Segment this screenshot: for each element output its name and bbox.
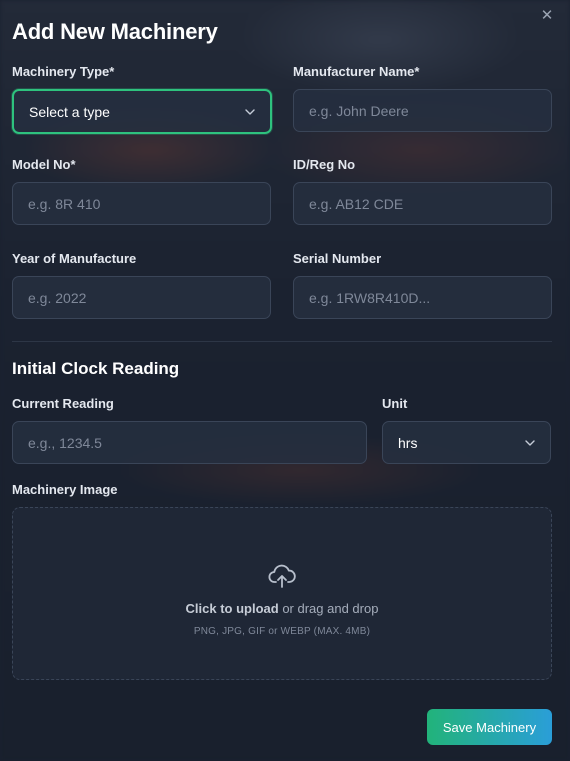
current-reading-input[interactable] — [28, 434, 351, 451]
add-machinery-modal: ✕ Add New Machinery Machinery Type* Sele… — [0, 0, 570, 761]
chevron-down-icon — [245, 108, 255, 115]
current-reading-input-box — [12, 421, 367, 464]
model-no-field: Model No* — [12, 157, 271, 225]
serial-field: Serial Number — [293, 251, 552, 319]
id-reg-input[interactable] — [309, 195, 536, 212]
year-field: Year of Manufacture — [12, 251, 271, 319]
close-icon[interactable]: ✕ — [540, 8, 554, 23]
unit-label: Unit — [382, 396, 408, 411]
upload-instructions: Click to upload or drag and drop — [186, 601, 379, 616]
machinery-type-field: Machinery Type* Select a type — [12, 64, 272, 134]
model-no-label: Model No* — [12, 157, 76, 172]
serial-input-box — [293, 276, 552, 319]
serial-input[interactable] — [309, 289, 536, 306]
manufacturer-input-box — [293, 89, 552, 132]
machinery-type-select[interactable]: Select a type — [12, 89, 272, 134]
upload-format-hint: PNG, JPG, GIF or WEBP (MAX. 4MB) — [193, 625, 371, 637]
image-dropzone[interactable]: Click to upload or drag and drop PNG, JP… — [12, 507, 552, 680]
modal-title: Add New Machinery — [12, 19, 218, 44]
machinery-type-label: Machinery Type* — [12, 64, 115, 79]
model-no-input-box — [12, 182, 271, 225]
manufacturer-label: Manufacturer Name* — [293, 64, 420, 79]
chevron-down-icon — [525, 439, 535, 446]
manufacturer-field: Manufacturer Name* — [293, 64, 552, 132]
current-reading-field: Current Reading — [12, 396, 367, 464]
unit-select[interactable]: hrs — [382, 421, 551, 464]
click-to-upload-link[interactable]: Click to upload — [186, 601, 279, 616]
machinery-type-value: Select a type — [29, 103, 110, 120]
machinery-image-label: Machinery Image — [12, 482, 118, 497]
upload-cloud-icon — [268, 564, 296, 588]
clock-reading-heading: Initial Clock Reading — [12, 359, 180, 378]
year-input-box — [12, 276, 271, 319]
year-label: Year of Manufacture — [12, 251, 137, 266]
id-reg-input-box — [293, 182, 552, 225]
unit-value: hrs — [398, 434, 418, 451]
save-machinery-button[interactable]: Save Machinery — [427, 709, 552, 745]
id-reg-label: ID/Reg No — [293, 157, 356, 172]
unit-field: Unit hrs — [382, 396, 551, 464]
serial-label: Serial Number — [293, 251, 382, 266]
current-reading-label: Current Reading — [12, 396, 114, 411]
year-input[interactable] — [28, 289, 255, 306]
section-divider — [12, 341, 552, 342]
manufacturer-input[interactable] — [309, 102, 536, 119]
drag-drop-text: or drag and drop — [278, 600, 379, 616]
model-no-input[interactable] — [28, 195, 255, 212]
id-reg-field: ID/Reg No — [293, 157, 552, 225]
